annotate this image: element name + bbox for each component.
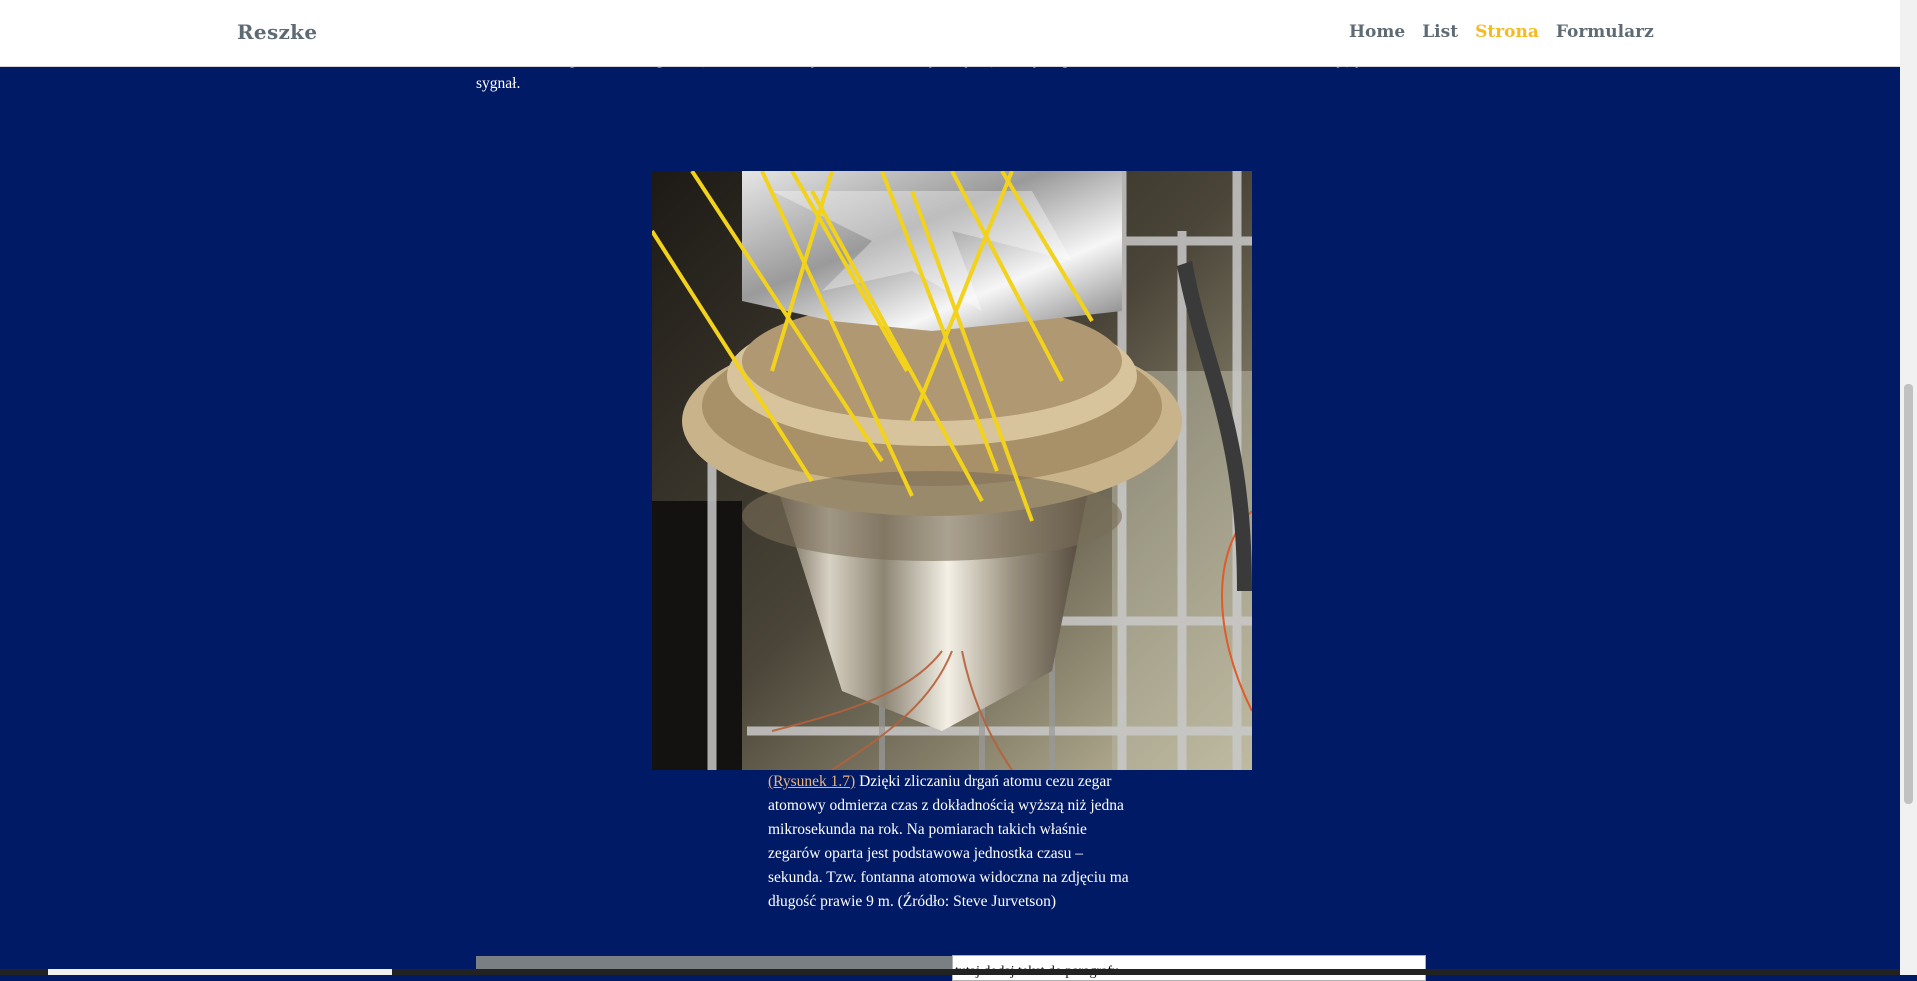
- nav-formularz-link[interactable]: Formularz: [1556, 22, 1654, 42]
- main-nav: Home List Strona Formularz: [1349, 22, 1654, 42]
- bottom-strip-tab: [48, 969, 392, 975]
- page-scrollbar-thumb[interactable]: [1904, 384, 1913, 804]
- atomic-fountain-photo: [652, 171, 1252, 770]
- nav-list-link[interactable]: List: [1422, 22, 1458, 42]
- nav-home-link[interactable]: Home: [1349, 22, 1405, 42]
- paragraph-text-input[interactable]: [952, 955, 1426, 981]
- brand-logo[interactable]: Reszke: [237, 20, 317, 44]
- figure-caption-text: Dzięki zliczaniu drgań atomu cezu zegar …: [768, 773, 1129, 910]
- top-navbar: Reszke Home List Strona Formularz: [0, 0, 1900, 67]
- bottom-strip: [0, 969, 1900, 975]
- figure-reference-link[interactable]: (Rysunek 1.7): [768, 773, 855, 790]
- figure-caption: (Rysunek 1.7) Dzięki zliczaniu drgań ato…: [768, 770, 1140, 914]
- atomic-fountain-illustration: [652, 171, 1252, 770]
- nav-strona-link[interactable]: Strona: [1475, 22, 1539, 42]
